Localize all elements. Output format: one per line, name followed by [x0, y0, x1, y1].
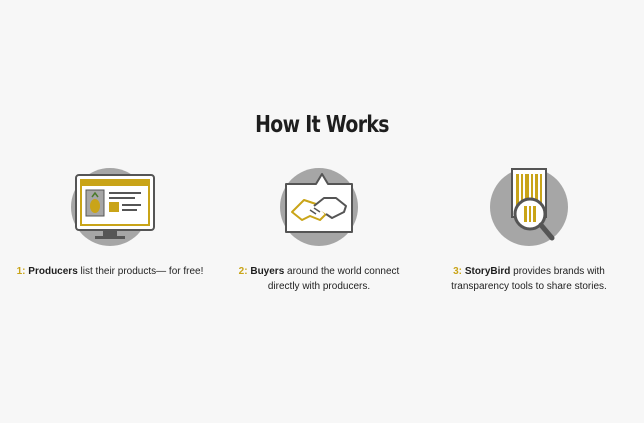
step-caption: 3: StoryBird provides brands with transp…	[434, 264, 624, 294]
step-icon-container	[224, 166, 414, 248]
step-number: 3:	[453, 266, 463, 277]
step-caption: 2: Buyers around the world connect direc…	[224, 264, 414, 294]
step-caption: 1: Producers list their products— for fr…	[15, 264, 205, 279]
step-number: 2:	[238, 266, 248, 277]
step-keyword: Buyers	[250, 266, 285, 277]
barcode-magnifier-icon	[490, 168, 568, 246]
step-storybird: 3: StoryBird provides brands with transp…	[434, 166, 624, 294]
step-text: list their products— for free!	[80, 266, 204, 277]
step-keyword: StoryBird	[464, 266, 511, 277]
step-text: around the world connect directly with p…	[267, 266, 400, 292]
step-buyers: 2: Buyers around the world connect direc…	[224, 166, 414, 294]
handshake-icon	[280, 168, 358, 246]
step-icon-container	[434, 166, 624, 248]
step-number: 1:	[16, 266, 26, 277]
step-icon-container	[15, 166, 205, 248]
step-keyword: Producers	[28, 266, 78, 277]
step-producers: 1: Producers list their products— for fr…	[15, 166, 205, 279]
section-title: How It Works	[255, 112, 389, 138]
monitor-icon	[71, 168, 155, 246]
how-it-works-section: How It Works 1: Producers list their pro…	[0, 0, 644, 423]
